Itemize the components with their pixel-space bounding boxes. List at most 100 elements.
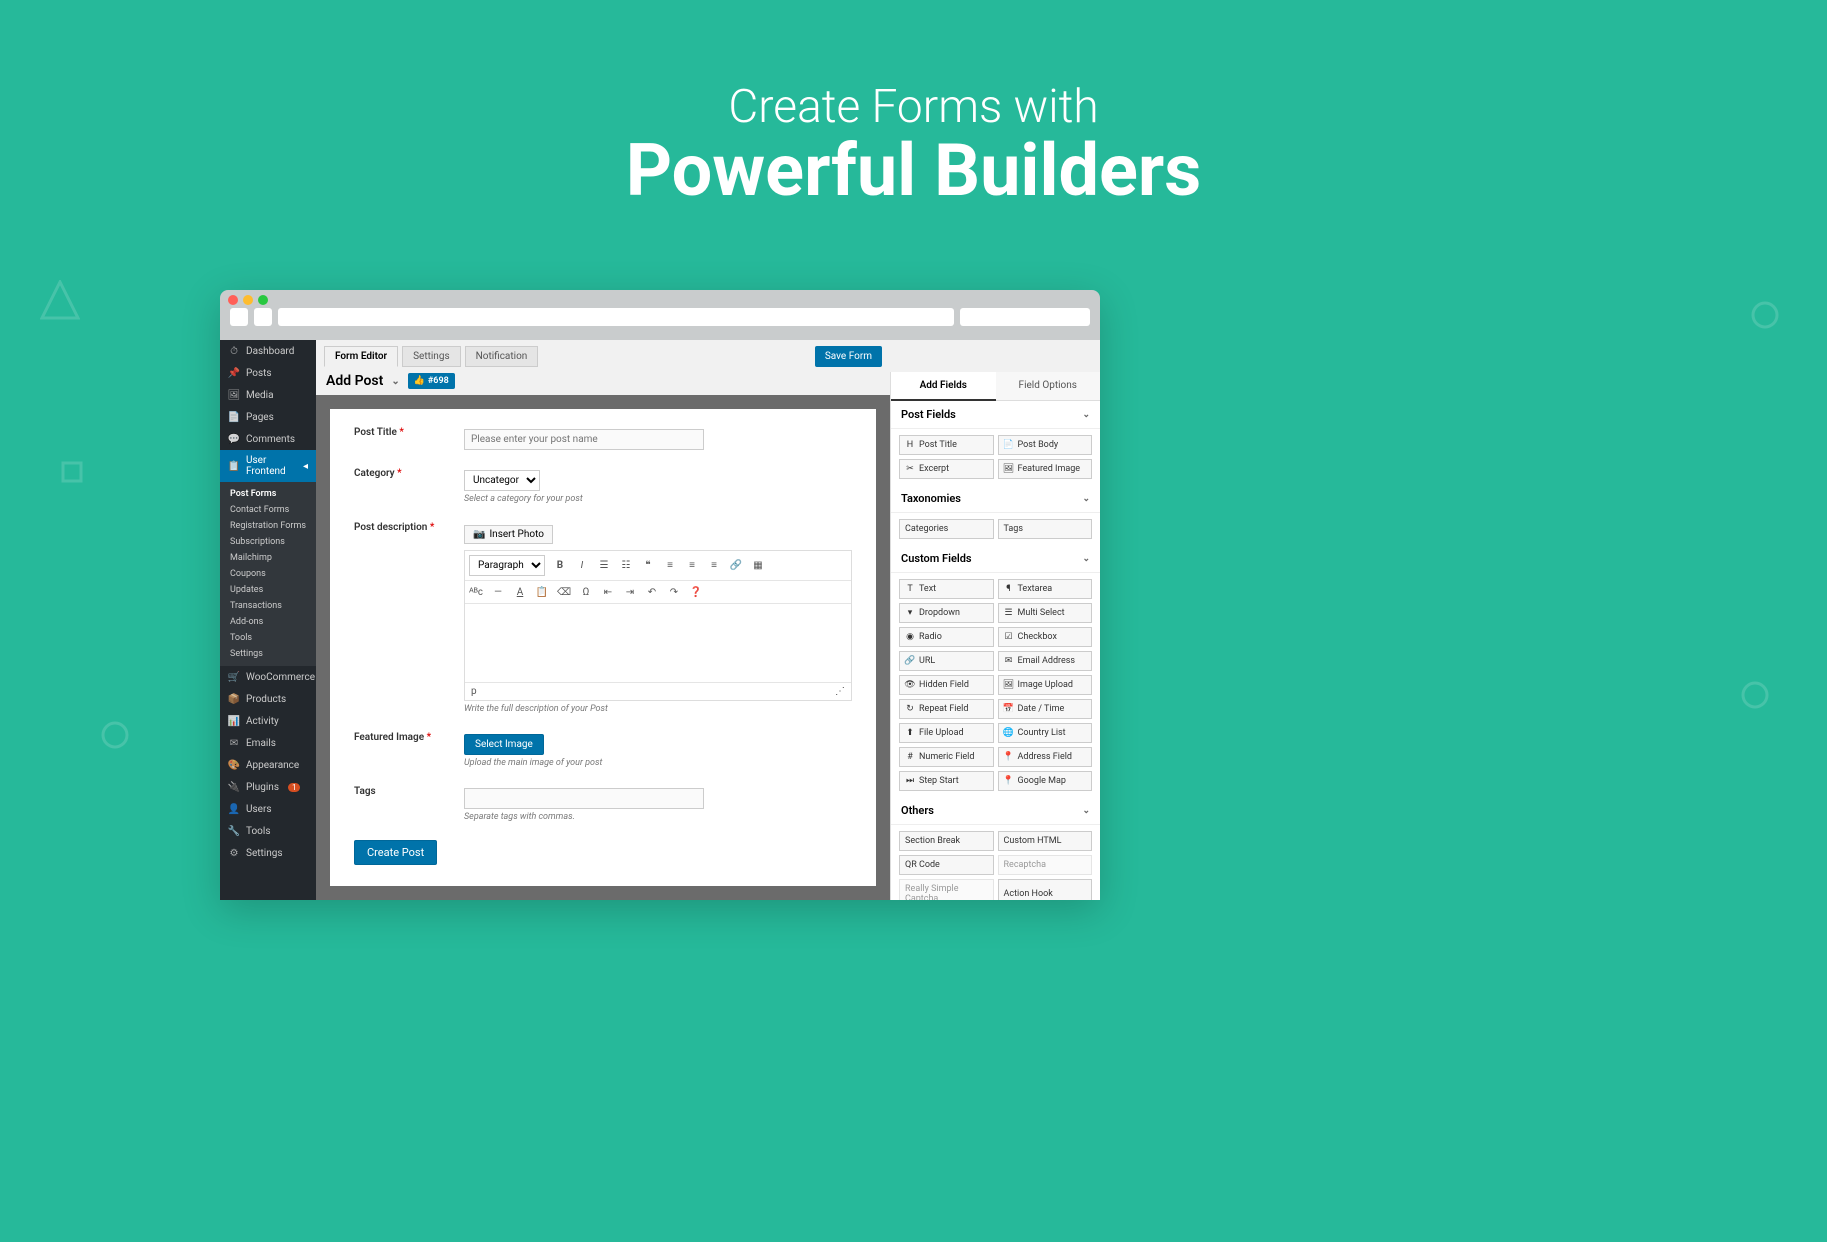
align-right-icon[interactable]: ≡ — [707, 559, 721, 573]
insert-photo-button[interactable]: 📷Insert Photo — [464, 525, 553, 544]
indent-icon[interactable]: ⇥ — [623, 585, 637, 599]
paste-icon[interactable]: 📋 — [535, 585, 549, 599]
resize-handle[interactable]: ⋰ — [835, 686, 845, 697]
section-post-fields[interactable]: Post Fields⌄ — [891, 401, 1100, 429]
close-dot[interactable] — [228, 295, 238, 305]
sidebar-item-tools[interactable]: 🔧Tools — [220, 820, 316, 842]
save-form-button[interactable]: Save Form — [815, 346, 882, 367]
address-bar[interactable] — [278, 308, 954, 326]
max-dot[interactable] — [258, 295, 268, 305]
field-step-start[interactable]: ⏭Step Start — [899, 771, 994, 791]
field-post-title[interactable]: HPost Title — [899, 435, 994, 455]
field-email-address[interactable]: ✉Email Address — [998, 651, 1093, 671]
field-address-field[interactable]: 📍Address Field — [998, 747, 1093, 767]
field-textarea[interactable]: ¶Textarea — [998, 579, 1093, 599]
sidebar-item-products[interactable]: 📦Products — [220, 688, 316, 710]
align-center-icon[interactable]: ≡ — [685, 559, 699, 573]
field-action-hook[interactable]: Action Hook — [998, 879, 1093, 900]
post-title-input[interactable] — [464, 429, 704, 450]
sidebar-sub-registration-forms[interactable]: Registration Forms — [220, 518, 316, 534]
outdent-icon[interactable]: ⇤ — [601, 585, 615, 599]
quote-icon[interactable]: ❝ — [641, 559, 655, 573]
field-country-list[interactable]: 🌐Country List — [998, 723, 1093, 743]
select-image-button[interactable]: Select Image — [464, 734, 544, 755]
sidebar-item-plugins[interactable]: 🔌Plugins1 — [220, 776, 316, 798]
sidebar-sub-add-ons[interactable]: Add-ons — [220, 614, 316, 630]
nav-fwd[interactable] — [254, 308, 272, 326]
sidebar-item-emails[interactable]: ✉Emails — [220, 732, 316, 754]
redo-icon[interactable]: ↷ — [667, 585, 681, 599]
field-tags[interactable]: Tags — [998, 519, 1093, 539]
min-dot[interactable] — [243, 295, 253, 305]
textcolor-icon[interactable]: A — [513, 585, 527, 599]
sidebar-item-pages[interactable]: 📄Pages — [220, 406, 316, 428]
section-taxonomies[interactable]: Taxonomies⌄ — [891, 485, 1100, 513]
field-custom-html[interactable]: Custom HTML — [998, 831, 1093, 851]
sidebar-item-media[interactable]: 🖼Media — [220, 384, 316, 406]
tab-field-options[interactable]: Field Options — [996, 372, 1101, 401]
editor-body[interactable] — [465, 604, 851, 682]
sidebar-item-comments[interactable]: 💬Comments — [220, 428, 316, 450]
tab-form-editor[interactable]: Form Editor — [324, 346, 398, 367]
sidebar-item-appearance[interactable]: 🎨Appearance — [220, 754, 316, 776]
field-numeric-field[interactable]: #Numeric Field — [899, 747, 994, 767]
field-dropdown[interactable]: ▾Dropdown — [899, 603, 994, 623]
sidebar-sub-settings[interactable]: Settings — [220, 646, 316, 662]
help-icon[interactable]: ❓ — [689, 585, 703, 599]
nav-back[interactable] — [230, 308, 248, 326]
sidebar-item-activity[interactable]: 📊Activity — [220, 710, 316, 732]
undo-icon[interactable]: ↶ — [645, 585, 659, 599]
field-radio[interactable]: ◉Radio — [899, 627, 994, 647]
field-categories[interactable]: Categories — [899, 519, 994, 539]
section-others[interactable]: Others⌄ — [891, 797, 1100, 825]
field-image-upload[interactable]: 🖼Image Upload — [998, 675, 1093, 695]
field-excerpt[interactable]: ✂Excerpt — [899, 459, 994, 479]
section-custom-fields[interactable]: Custom Fields⌄ — [891, 545, 1100, 573]
sidebar-item-user-frontend[interactable]: 📋User Frontend◂ — [220, 450, 316, 482]
format-select[interactable]: Paragraph — [469, 555, 545, 576]
tab-settings[interactable]: Settings — [402, 346, 461, 367]
sidebar-sub-tools[interactable]: Tools — [220, 630, 316, 646]
sidebar-sub-subscriptions[interactable]: Subscriptions — [220, 534, 316, 550]
form-id-pill[interactable]: 👍#698 — [408, 373, 455, 389]
sidebar-sub-transactions[interactable]: Transactions — [220, 598, 316, 614]
field-google-map[interactable]: 📍Google Map — [998, 771, 1093, 791]
search-bar[interactable] — [960, 308, 1090, 326]
clear-icon[interactable]: ⌫ — [557, 585, 571, 599]
field-file-upload[interactable]: ⬆File Upload — [899, 723, 994, 743]
sidebar-item-settings[interactable]: ⚙Settings — [220, 842, 316, 864]
hr-icon[interactable]: — — [491, 585, 505, 599]
link-icon[interactable]: 🔗 — [729, 559, 743, 573]
sidebar-item-posts[interactable]: 📌Posts — [220, 362, 316, 384]
sidebar-item-dashboard[interactable]: ⏱Dashboard — [220, 340, 316, 362]
strike-icon[interactable]: ᴬᴮᴄ — [469, 585, 483, 599]
sidebar-sub-post-forms[interactable]: Post Forms — [220, 486, 316, 502]
sidebar-item-woocommerce[interactable]: 🛒WooCommerce — [220, 666, 316, 688]
align-left-icon[interactable]: ≡ — [663, 559, 677, 573]
tab-notification[interactable]: Notification — [465, 346, 539, 367]
chevron-down-icon[interactable]: ⌄ — [391, 376, 399, 387]
bold-icon[interactable]: B — [553, 559, 567, 573]
field-featured-image[interactable]: 🖼Featured Image — [998, 459, 1093, 479]
tab-add-fields[interactable]: Add Fields — [891, 372, 996, 401]
field-text[interactable]: TText — [899, 579, 994, 599]
char-icon[interactable]: Ω — [579, 585, 593, 599]
ol-icon[interactable]: ☷ — [619, 559, 633, 573]
create-post-button[interactable]: Create Post — [354, 840, 437, 865]
sidebar-sub-mailchimp[interactable]: Mailchimp — [220, 550, 316, 566]
field-date-time[interactable]: 📅Date / Time — [998, 699, 1093, 719]
field-url[interactable]: 🔗URL — [899, 651, 994, 671]
field-qr-code[interactable]: QR Code — [899, 855, 994, 875]
field-repeat-field[interactable]: ↻Repeat Field — [899, 699, 994, 719]
field-hidden-field[interactable]: 👁Hidden Field — [899, 675, 994, 695]
sidebar-item-users[interactable]: 👤Users — [220, 798, 316, 820]
category-select[interactable]: Uncategorized — [464, 470, 540, 491]
more-icon[interactable]: ▦ — [751, 559, 765, 573]
sidebar-sub-contact-forms[interactable]: Contact Forms — [220, 502, 316, 518]
field-multi-select[interactable]: ☰Multi Select — [998, 603, 1093, 623]
tags-input[interactable] — [464, 788, 704, 809]
sidebar-sub-updates[interactable]: Updates — [220, 582, 316, 598]
sidebar-sub-coupons[interactable]: Coupons — [220, 566, 316, 582]
field-section-break[interactable]: Section Break — [899, 831, 994, 851]
italic-icon[interactable]: I — [575, 559, 589, 573]
